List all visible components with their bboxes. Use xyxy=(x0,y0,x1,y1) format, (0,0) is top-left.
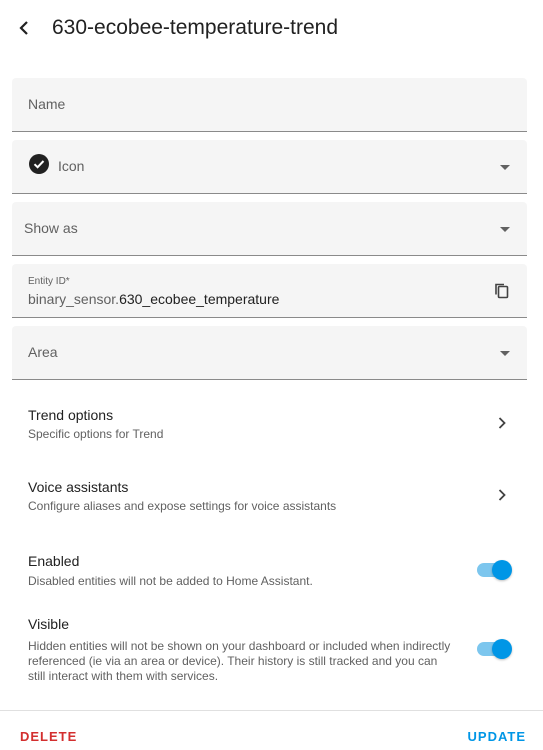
name-field[interactable]: Name xyxy=(12,78,527,132)
entity-id-label: Entity ID* xyxy=(28,276,70,287)
enabled-toggle[interactable] xyxy=(477,560,513,580)
area-select[interactable]: Area xyxy=(12,326,527,380)
dialog-header: 630-ecobee-temperature-trend xyxy=(0,0,543,56)
show-as-select[interactable]: Show as xyxy=(12,202,527,256)
copy-icon[interactable] xyxy=(493,282,511,300)
dropdown-arrow-icon xyxy=(500,351,510,356)
voice-assistants-title: Voice assistants xyxy=(28,479,129,495)
dropdown-arrow-icon xyxy=(500,165,510,170)
dropdown-arrow-icon xyxy=(500,227,510,232)
voice-assistants-row[interactable]: Voice assistants Configure aliases and e… xyxy=(0,468,543,524)
voice-assistants-subtitle: Configure aliases and expose settings fo… xyxy=(28,499,337,513)
name-field-label: Name xyxy=(28,96,66,112)
enabled-title: Enabled xyxy=(28,553,80,569)
entity-id-text: 630_ecobee_temperature xyxy=(119,291,280,307)
entity-id-field[interactable]: Entity ID* binary_sensor.630_ecobee_temp… xyxy=(12,264,527,318)
chevron-right-icon xyxy=(497,416,507,430)
icon-field-label: Icon xyxy=(58,158,85,174)
enabled-setting: Enabled Disabled entities will not be ad… xyxy=(0,545,543,595)
enabled-subtitle: Disabled entities will not be added to H… xyxy=(28,574,313,588)
chevron-right-icon xyxy=(497,488,507,502)
entity-id-prefix: binary_sensor. xyxy=(28,291,120,307)
area-label: Area xyxy=(28,344,58,360)
enabled-toggle-thumb xyxy=(492,560,512,580)
visible-subtitle: Hidden entities will not be shown on you… xyxy=(28,639,451,683)
visible-setting: Visible Hidden entities will not be show… xyxy=(0,608,543,688)
trend-options-title: Trend options xyxy=(28,407,114,423)
entity-id-value: binary_sensor.630_ecobee_temperature xyxy=(28,291,279,307)
back-arrow-icon[interactable] xyxy=(10,14,38,42)
show-as-label: Show as xyxy=(24,220,78,236)
visible-toggle[interactable] xyxy=(477,639,513,659)
page-title: 630-ecobee-temperature-trend xyxy=(52,16,339,39)
visible-title: Visible xyxy=(28,616,69,632)
check-circle-icon xyxy=(29,154,49,174)
icon-picker[interactable]: Icon xyxy=(12,140,527,194)
visible-toggle-thumb xyxy=(492,639,512,659)
trend-options-subtitle: Specific options for Trend xyxy=(28,427,164,441)
delete-button[interactable]: DELETE xyxy=(20,729,77,744)
trend-options-row[interactable]: Trend options Specific options for Trend xyxy=(0,396,543,452)
dialog-footer: DELETE UPDATE xyxy=(0,710,543,750)
update-button[interactable]: UPDATE xyxy=(468,729,526,744)
